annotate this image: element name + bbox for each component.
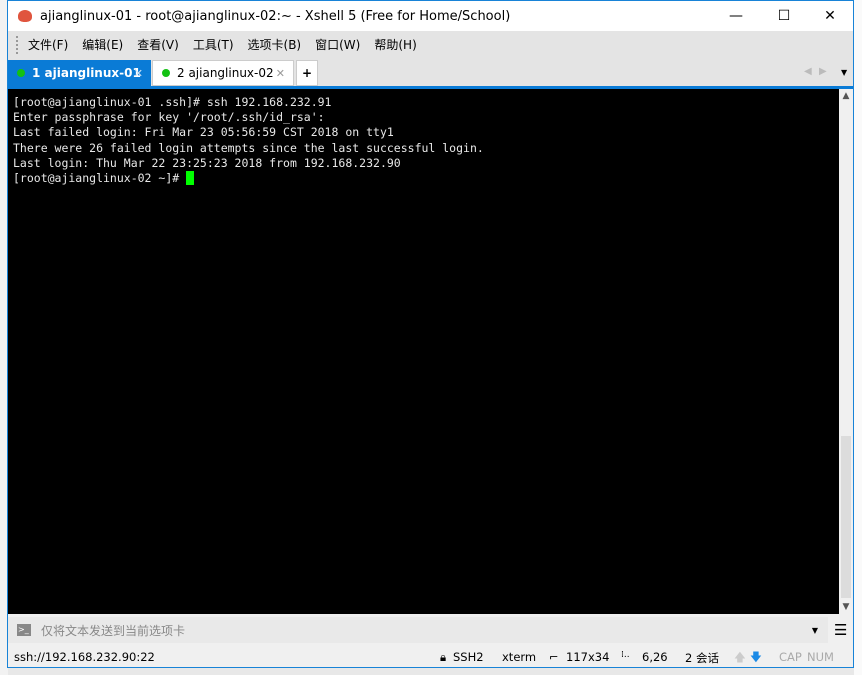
tab-bar: 1 ajianglinux-01 ✕ 2 ajianglinux-02 ✕ + … xyxy=(8,58,853,86)
window-title: ajianglinux-01 - root@ajianglinux-02:~ -… xyxy=(40,8,511,24)
tab-ajianglinux-02[interactable]: 2 ajianglinux-02 ✕ xyxy=(152,60,294,86)
upload-arrow-icon: 🡅 xyxy=(734,650,746,664)
terminal-line: Last login: Thu Mar 22 23:25:23 2018 fro… xyxy=(13,155,401,170)
scroll-up-icon[interactable]: ▲ xyxy=(839,91,853,101)
compose-input[interactable]: >_ 仅将文本发送到当前选项卡 ▼ xyxy=(8,617,828,643)
terminal-cursor xyxy=(186,171,195,186)
menu-help[interactable]: 帮助(H) xyxy=(374,36,416,53)
terminal-line: There were 26 failed login attempts sinc… xyxy=(13,140,484,155)
terminal-line: Last failed login: Fri Mar 23 05:56:59 C… xyxy=(13,125,394,140)
status-address: ssh://192.168.232.90:22 xyxy=(14,650,155,664)
toolbar-grip[interactable] xyxy=(16,35,18,54)
status-term: xterm xyxy=(502,650,537,664)
status-cursor-pos: 6,26 xyxy=(642,650,668,664)
status-size: 117x34 xyxy=(566,650,610,664)
compose-placeholder: 仅将文本发送到当前选项卡 xyxy=(41,623,186,638)
scrollbar-thumb[interactable] xyxy=(841,436,851,598)
compose-dropdown-icon[interactable]: ▼ xyxy=(812,626,818,635)
menu-tools[interactable]: 工具(T) xyxy=(193,36,234,53)
menu-edit[interactable]: 编辑(E) xyxy=(82,36,123,53)
terminal-prompt-icon: >_ xyxy=(17,624,31,636)
resize-icon: ⌐ xyxy=(549,650,559,664)
terminal-output[interactable]: [root@ajianglinux-01 .ssh]# ssh 192.168.… xyxy=(8,89,839,614)
hamburger-menu-icon[interactable]: ☰ xyxy=(834,621,847,639)
minimize-button[interactable]: — xyxy=(713,1,759,31)
compose-bar: >_ 仅将文本发送到当前选项卡 ▼ ☰ xyxy=(8,614,853,646)
tab-ajianglinux-01[interactable]: 1 ajianglinux-01 ✕ xyxy=(8,60,151,86)
background-window xyxy=(854,0,862,675)
status-protocol: SSH2 xyxy=(453,650,484,664)
status-cap: CAP xyxy=(779,650,802,664)
xshell-logo-icon xyxy=(18,10,32,22)
menu-tabs[interactable]: 选项卡(B) xyxy=(248,36,302,53)
new-tab-button[interactable]: + xyxy=(296,60,318,86)
status-bar: ssh://192.168.232.90:22 🔒︎ SSH2 xterm ⌐ … xyxy=(8,646,853,668)
terminal-prompt: [root@ajianglinux-02 ~]# xyxy=(13,171,187,186)
status-sessions: 2 会话 xyxy=(685,651,719,665)
download-arrow-icon: 🡇 xyxy=(750,650,762,664)
title-bar: ajianglinux-01 - root@ajianglinux-02:~ -… xyxy=(8,1,853,31)
tab-label: 1 ajianglinux-01 xyxy=(32,66,141,80)
menu-bar: 文件(F) 编辑(E) 查看(V) 工具(T) 选项卡(B) 窗口(W) 帮助(… xyxy=(8,31,853,58)
lock-icon: 🔒︎ xyxy=(440,650,447,664)
xshell-window: ajianglinux-01 - root@ajianglinux-02:~ -… xyxy=(7,0,854,668)
terminal-line: [root@ajianglinux-01 .ssh]# ssh 192.168.… xyxy=(13,95,332,109)
terminal-line: Enter passphrase for key '/root/.ssh/id_… xyxy=(13,110,325,125)
connected-icon xyxy=(162,69,170,77)
close-button[interactable]: ✕ xyxy=(807,1,853,31)
tab-close-icon[interactable]: ✕ xyxy=(276,67,285,80)
cursor-position-icon: ⁞.. xyxy=(621,650,630,660)
tab-list-dropdown-icon[interactable]: ▼ xyxy=(841,68,847,77)
tab-scroll-right-icon[interactable]: ▶ xyxy=(819,66,827,77)
maximize-button[interactable]: ☐ xyxy=(761,1,807,31)
status-num: NUM xyxy=(807,650,834,664)
menu-view[interactable]: 查看(V) xyxy=(137,36,179,53)
terminal-scrollbar[interactable]: ▲ ▼ xyxy=(839,89,853,614)
tab-label: 2 ajianglinux-02 xyxy=(177,66,274,80)
tab-close-icon[interactable]: ✕ xyxy=(134,67,143,80)
menu-window[interactable]: 窗口(W) xyxy=(315,36,360,53)
tab-scroll-left-icon[interactable]: ◀ xyxy=(804,66,812,77)
scroll-down-icon[interactable]: ▼ xyxy=(839,602,853,612)
connected-icon xyxy=(17,69,25,77)
menu-file[interactable]: 文件(F) xyxy=(28,36,68,53)
